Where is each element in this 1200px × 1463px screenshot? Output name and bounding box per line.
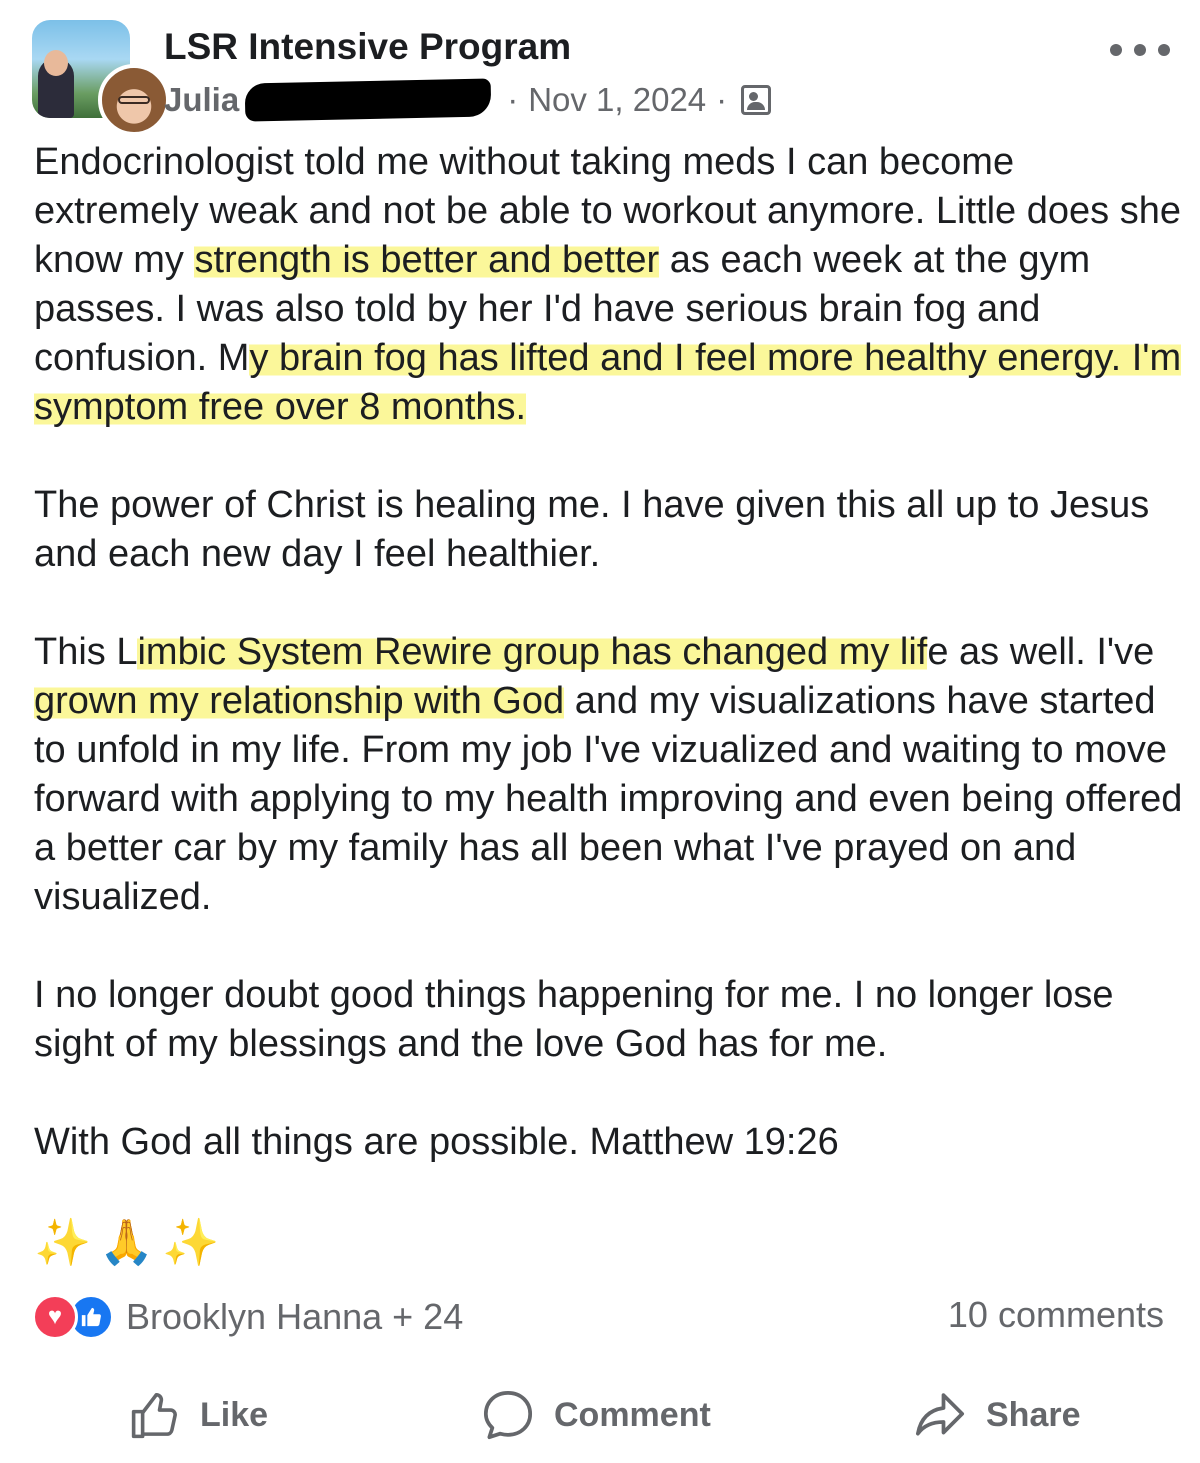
paragraph-text: This L [34,631,138,673]
thumbs-up-icon [131,1392,177,1439]
share-label: Share [986,1395,1081,1434]
more-options-icon[interactable] [1110,30,1170,70]
highlighted-text: grown my relationship with God [34,680,565,722]
paragraph-text: The power of Christ is healing me. I hav… [34,484,1150,575]
user-avatar[interactable] [98,64,170,136]
sparkles-icon: ✨ [162,1215,220,1268]
action-bar: Like Comment Share [0,1380,1200,1450]
comment-button[interactable]: Comment [480,1380,711,1450]
paragraph-text: With God all things are possible. Matthe… [34,1121,839,1163]
post-paragraph: Endocrinologist told me without taking m… [34,138,1184,432]
reactors-text[interactable]: Brooklyn Hanna + 24 [126,1296,463,1338]
paragraph-text: I no longer doubt good things happening … [34,974,1114,1065]
like-label: Like [200,1395,269,1434]
love-reaction-icon: ♥ [32,1294,78,1340]
separator-dot: · [716,81,728,118]
separator-dot: · [507,81,519,118]
feed-post: LSR Intensive Program Julia · Nov 1, 202… [0,0,1200,1463]
praying-hands-icon: 🙏 [99,1218,155,1267]
sparkles-icon: ✨ [34,1215,92,1268]
members-group-icon[interactable] [741,85,772,115]
reactions-summary[interactable]: ♥ Brooklyn Hanna + 24 [32,1292,463,1342]
post-paragraph: The power of Christ is healing me. I hav… [34,481,1184,579]
comment-bubble-icon [483,1390,533,1440]
highlighted-text: strength is better and better [194,239,660,281]
redaction-mark [244,78,492,122]
post-paragraph: With God all things are possible. Matthe… [34,1118,1184,1167]
emoji-row: ✨ 🙏 ✨ [34,1212,219,1272]
post-paragraph: I no longer doubt good things happening … [34,971,1184,1069]
author-name-link[interactable]: Julia [164,81,239,119]
paragraph-text: e as well. I've [927,631,1155,673]
comment-label: Comment [554,1395,711,1434]
comments-count-link[interactable]: 10 comments [948,1294,1164,1336]
share-arrow-icon [915,1393,965,1436]
avatar-stack[interactable] [32,20,170,136]
group-name-link[interactable]: LSR Intensive Program [164,26,571,68]
post-date-link[interactable]: Nov 1, 2024 [528,81,706,119]
post-body: Endocrinologist told me without taking m… [34,138,1184,1216]
post-paragraph: This Limbic System Rewire group has chan… [34,628,1184,922]
like-button[interactable]: Like [128,1380,268,1450]
highlighted-text: imbic System Rewire group has changed my… [137,631,928,673]
post-meta: Julia · Nov 1, 2024 · [164,78,772,122]
share-button[interactable]: Share [912,1380,1081,1450]
